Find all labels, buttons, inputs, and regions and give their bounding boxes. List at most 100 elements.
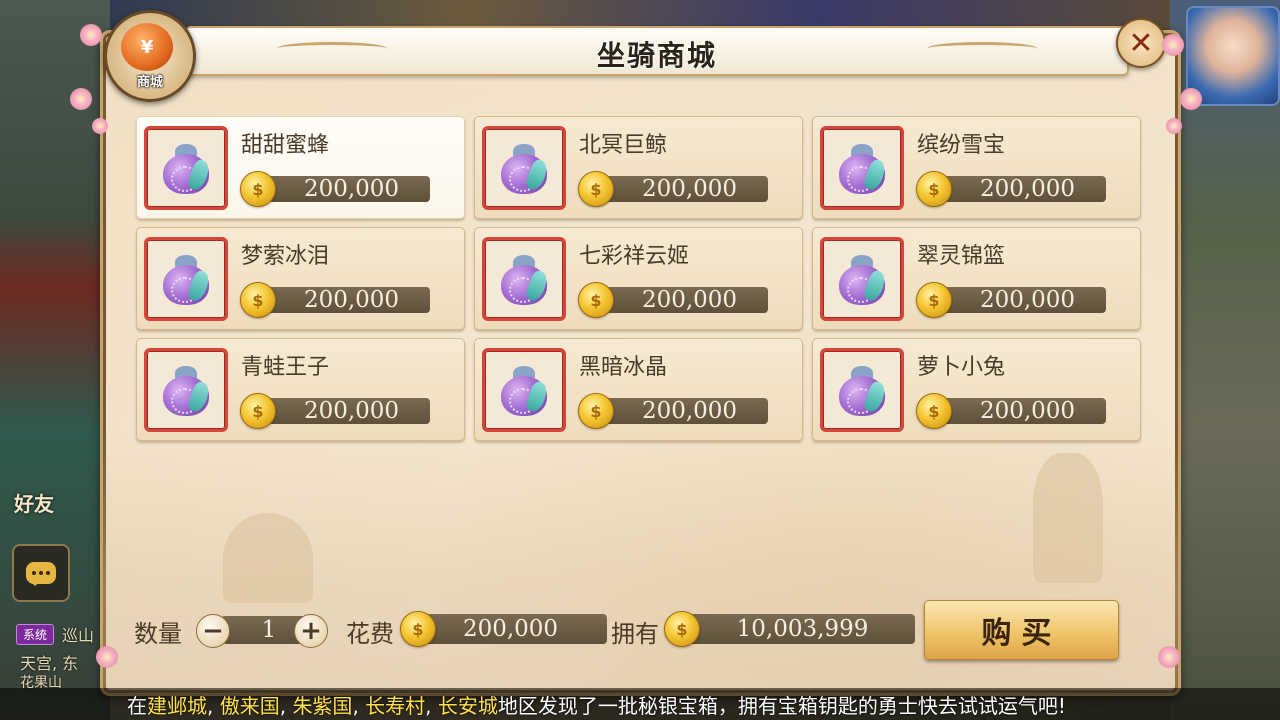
item-name: 萝卜小兔: [917, 355, 1006, 380]
broadcast-separator: ,: [352, 694, 366, 718]
shop-item[interactable]: 黑暗冰晶 200,000 $: [474, 338, 803, 441]
shop-item[interactable]: 北冥巨鲸 200,000 $: [474, 116, 803, 219]
blossom-decoration: [70, 88, 92, 110]
item-icon-frame: [820, 348, 904, 432]
shop-item[interactable]: 缤纷雪宝 200,000 $: [812, 116, 1141, 219]
minus-icon: −: [202, 616, 224, 646]
quantity-decrease-button[interactable]: −: [196, 614, 230, 648]
title-bar: 坐骑商城: [185, 26, 1129, 76]
shop-item[interactable]: 七彩祥云姬 200,000 $: [474, 227, 803, 330]
buy-button[interactable]: 购买: [924, 600, 1119, 660]
chat-button[interactable]: [12, 544, 70, 602]
shop-emblem: ¥ 商城: [104, 10, 196, 102]
item-name: 七彩祥云姬: [579, 244, 690, 269]
game-world-left: [0, 0, 110, 720]
item-icon-frame: [144, 126, 228, 210]
gold-coin-icon: $: [578, 393, 614, 429]
gold-coin-icon: $: [578, 171, 614, 207]
blossom-decoration: [1180, 88, 1202, 110]
cost-value: 200,000: [462, 616, 559, 642]
item-price: 200,000: [641, 287, 738, 313]
owned-value: 10,003,999: [736, 616, 869, 642]
quantity-increase-button[interactable]: +: [294, 614, 328, 648]
broadcast-prefix: 在: [127, 694, 147, 718]
broadcast-place: 长寿村: [365, 694, 426, 718]
item-name: 黑暗冰晶: [579, 355, 668, 380]
gold-coin-icon: $: [240, 171, 276, 207]
mount-item-grid: 甜甜蜜蜂 200,000 $ 北冥巨鲸 200,000 $ 缤纷雪宝 200,000 $ 梦…: [136, 116, 1142, 441]
item-price-bar: 200,000: [257, 176, 430, 202]
item-name: 梦萦冰泪: [241, 244, 330, 269]
blossom-decoration: [1158, 646, 1180, 668]
purple-pouch-icon: [837, 140, 888, 196]
item-name: 北冥巨鲸: [579, 133, 668, 158]
blossom-decoration: [92, 118, 108, 134]
broadcast-place: 长安城: [437, 694, 498, 718]
plus-icon: +: [300, 616, 322, 646]
shop-item[interactable]: 翠灵锦篮 200,000 $: [812, 227, 1141, 330]
item-price: 200,000: [303, 398, 400, 424]
item-price: 200,000: [303, 287, 400, 313]
purple-pouch-icon: [499, 362, 550, 418]
cost-label: 花费: [346, 620, 394, 648]
purple-pouch-icon: [837, 251, 888, 307]
mountain-decoration: [1033, 453, 1103, 583]
item-price: 200,000: [979, 287, 1076, 313]
item-price-bar: 200,000: [595, 176, 768, 202]
blossom-decoration: [1166, 118, 1182, 134]
item-icon-frame: [144, 348, 228, 432]
item-price: 200,000: [641, 398, 738, 424]
money-bag-icon: ¥: [121, 23, 173, 71]
item-icon-frame: [482, 237, 566, 321]
purple-pouch-icon: [161, 140, 212, 196]
item-price-bar: 200,000: [933, 176, 1106, 202]
purple-pouch-icon: [499, 140, 550, 196]
gold-coin-icon: $: [916, 393, 952, 429]
purple-pouch-icon: [499, 251, 550, 307]
shop-item[interactable]: 梦萦冰泪 200,000 $: [136, 227, 465, 330]
gold-coin-icon: $: [578, 282, 614, 318]
quantity-label: 数量: [134, 620, 182, 648]
item-price: 200,000: [979, 176, 1076, 202]
shop-item[interactable]: 萝卜小兔 200,000 $: [812, 338, 1141, 441]
item-name: 缤纷雪宝: [917, 133, 1006, 158]
shop-item[interactable]: 青蛙王子 200,000 $: [136, 338, 465, 441]
close-button[interactable]: ✕: [1116, 18, 1166, 68]
item-price-bar: 200,000: [933, 398, 1106, 424]
broadcast-place: 建邺城: [147, 694, 207, 718]
gold-coin-icon: $: [240, 282, 276, 318]
blossom-decoration: [80, 24, 102, 46]
close-icon: ✕: [1128, 25, 1154, 61]
item-icon-frame: [820, 126, 904, 210]
gold-coin-icon: $: [916, 171, 952, 207]
blossom-decoration: [1162, 34, 1184, 56]
broadcast-message: 在建邺城, 傲来国, 朱紫国, 长寿村, 长安城地区发现了一批秘银宝箱，拥有宝箱…: [127, 690, 1066, 719]
item-name: 翠灵锦篮: [917, 244, 1006, 269]
mountain-decoration: [223, 513, 313, 603]
system-channel-tag: 系统: [16, 624, 55, 645]
broadcast-suffix: 地区发现了一批秘银宝箱，拥有宝箱钥匙的勇士快去试试运气吧!: [497, 694, 1066, 718]
item-icon-frame: [482, 126, 566, 210]
item-name: 青蛙王子: [241, 355, 330, 380]
friends-button[interactable]: 好友: [14, 488, 54, 517]
item-icon-frame: [144, 237, 228, 321]
shop-emblem-label: 商城: [136, 75, 163, 90]
purple-pouch-icon: [161, 251, 212, 307]
purple-pouch-icon: [161, 362, 212, 418]
broadcast-place: 朱紫国: [292, 694, 353, 718]
item-price: 200,000: [303, 176, 400, 202]
blossom-decoration: [96, 646, 118, 668]
gold-coin-icon: $: [240, 393, 276, 429]
purple-pouch-icon: [837, 362, 888, 418]
item-icon-frame: [820, 237, 904, 321]
page-title: 坐骑商城: [596, 39, 717, 72]
shop-item[interactable]: 甜甜蜜蜂 200,000 $: [136, 116, 465, 219]
player-avatar[interactable]: [1186, 6, 1280, 106]
chat-bubble-icon: [26, 562, 56, 586]
item-price-bar: 200,000: [257, 398, 430, 424]
broadcast-separator: ,: [207, 694, 220, 718]
item-price-bar: 200,000: [595, 398, 768, 424]
item-price-bar: 200,000: [257, 287, 430, 313]
item-price-bar: 200,000: [933, 287, 1106, 313]
item-icon-frame: [482, 348, 566, 432]
